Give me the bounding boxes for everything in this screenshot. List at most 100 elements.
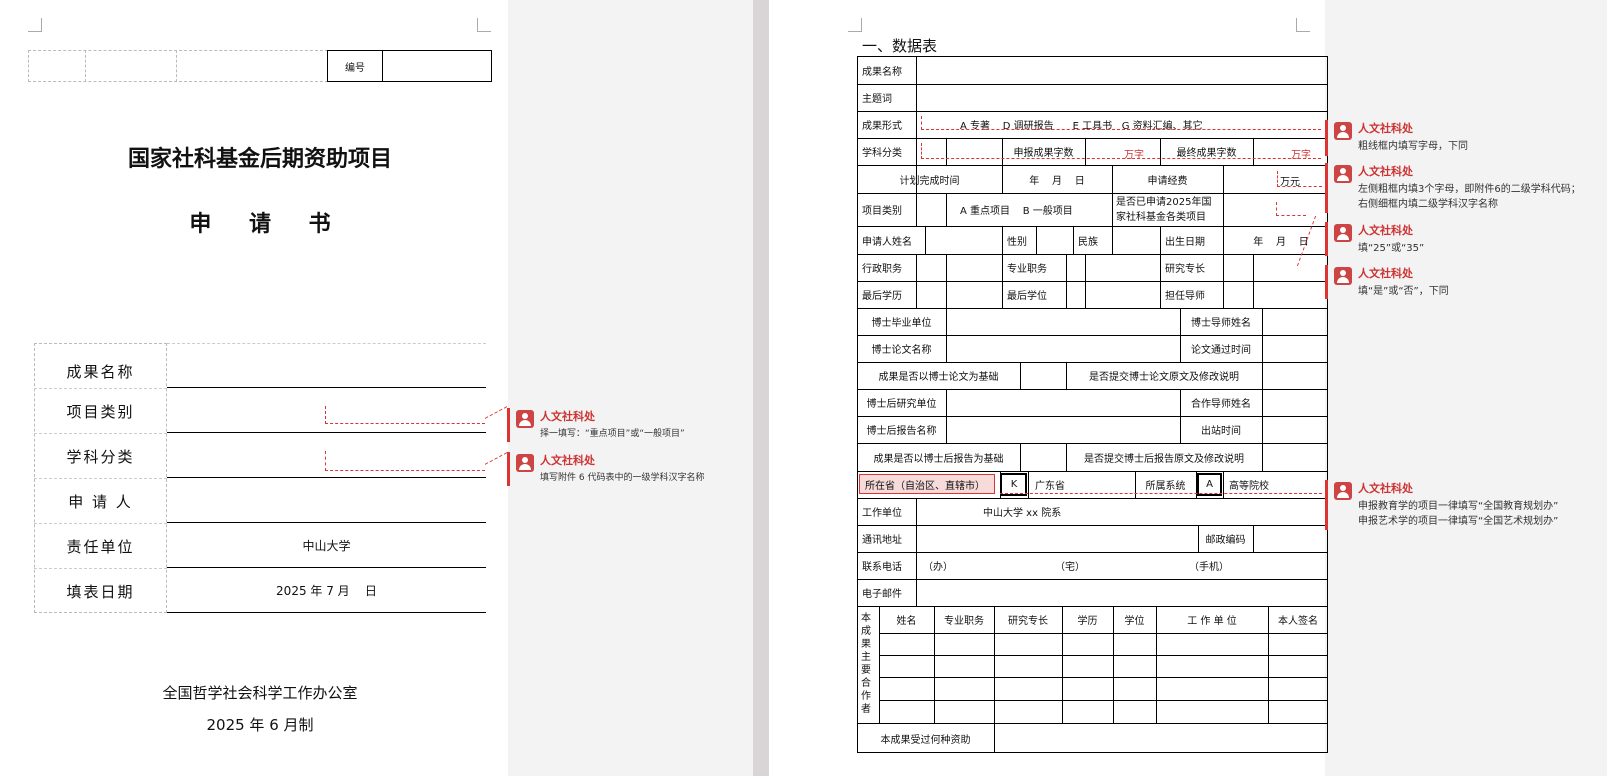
number-field[interactable] [382,50,492,82]
comment-bar [507,408,510,442]
member-header: 专业职务 [944,616,984,627]
col-line [946,308,947,362]
comment-balloon[interactable]: 人文社科处 申报教育学的项目一律填写“全国教育规划办” 申报艺术学的项目一律填写… [1325,480,1605,530]
comment-text: 粗线框内填写字母，下同 [1358,141,1468,152]
label-fund: 申请经费 [1147,175,1188,187]
project-type-options[interactable]: A 重点项目 B 一般项目 [955,193,1112,226]
phone-home[interactable]: （宅） [1050,552,1170,579]
user-avatar-icon [516,410,534,428]
label-birth: 出生日期 [1165,236,1205,248]
corner-mark [28,18,42,32]
user-avatar-icon [1334,224,1352,242]
col-line [1223,165,1224,226]
comment-anchor [325,406,485,424]
corner-mark [848,18,862,32]
label-education: 最后学历 [862,291,902,302]
member-header: 研究专长 [1008,616,1048,627]
comment-text: 填“是”或“否”，下同 [1358,286,1449,297]
col-line [946,254,947,308]
row-value[interactable] [167,343,486,388]
row-line [879,677,1328,678]
comment-anchor [921,116,1321,130]
comment-text: 左侧粗框内填3个字母，即附件6的二级学科代码； [1358,184,1581,195]
footer-date: 2025 年 6 月制 [206,715,314,734]
label-keyword: 主题词 [862,94,892,105]
label-postdoc-unit: 博士后研究单位 [866,399,937,410]
comment-bar [1325,120,1328,156]
col-line [1262,362,1263,389]
label-prof-post: 专业职务 [1007,264,1047,275]
col-line [1020,443,1021,471]
comment-balloon[interactable]: 人文社科处 粗线框内填写字母，下同 [1325,120,1605,156]
number-box-dashed [28,50,328,82]
comment-bar [1325,222,1328,256]
label-submit-phd: 是否提交博士论文原文及修改说明 [1089,372,1239,383]
comment-text: 右侧细框内填二级学科汉字名称 [1358,199,1498,210]
comment-balloon[interactable]: 人文社科处 填“25”或“35” [1325,222,1605,256]
row-value[interactable] [167,478,486,523]
label-degree: 最后学位 [1007,291,1047,302]
comment-anchor [1276,202,1306,216]
col-line [1262,308,1263,362]
comment-author: 人文社科处 [540,454,595,467]
col-line [916,498,917,606]
col-line [946,389,947,443]
label-form: 成果形式 [862,121,902,132]
row-line [857,525,1328,526]
work-unit-value[interactable]: 中山大学 xx 院系 [978,498,1278,525]
comment-anchor [921,143,1321,159]
plan-date[interactable]: 年 月 日 [1002,165,1112,193]
label-ethnic: 民族 [1078,236,1098,248]
comment-balloon[interactable]: 人文社科处 左侧粗框内填3个字母，即附件6的二级学科代码； 右侧细框内填二级学科… [1325,163,1605,213]
label-coop-tutor: 合作导师姓名 [1191,399,1251,410]
label-address: 通讯地址 [862,535,902,546]
col-line [1020,362,1021,389]
footer-org: 全国哲学社会科学工作办公室 [162,683,358,702]
comment-text: 申报教育学的项目一律填写“全国教育规划办” [1358,501,1559,512]
user-avatar-icon [1334,122,1352,140]
label-based-postdoc: 成果是否以博士后报告为基础 [873,453,1004,465]
user-avatar-icon [1334,165,1352,183]
row-label: 项目类别 [34,388,167,433]
col-line [925,226,926,254]
col-line [1066,254,1067,308]
comment-anchor [325,451,485,471]
comment-balloon[interactable]: 人文社科处 填写附件 6 代码表中的一级学科汉字名称 [507,452,747,486]
col-line [1262,443,1263,471]
cover-row: 填表日期 2025 年 7 月 日 [34,568,486,613]
col-line [1223,226,1224,254]
comment-anchor [1277,171,1322,187]
cover-margin-area [508,0,753,776]
col-line [1085,254,1086,308]
member-header: 工 作 单 位 [1187,616,1237,627]
member-header: 姓名 [896,616,917,627]
label-phd-thesis: 博士论文名称 [871,345,932,356]
col-line [1253,525,1254,552]
col-line [1262,389,1263,443]
input-achievement-name[interactable] [917,57,1327,83]
row-value[interactable]: 2025 年 7 月 日 [167,568,486,613]
phone-mobile[interactable]: （手机） [1184,552,1304,579]
comment-balloon[interactable]: 人文社科处 填“是”或“否”，下同 [1325,265,1605,299]
label-applicant-name: 申请人姓名 [862,236,912,248]
comment-text: 择一填写：“重点项目”或“一般项目” [540,429,685,439]
cover-row: 申 请 人 [34,478,486,523]
comment-anchor [1000,490,1322,494]
row-value[interactable]: 中山大学 [167,523,486,568]
comment-bar [507,452,510,486]
member-header: 学位 [1124,616,1145,627]
user-avatar-icon [1334,267,1352,285]
label-province: 所在省（自治区、直辖市） [859,474,995,494]
user-avatar-icon [516,454,534,472]
phone-office[interactable]: （办） [918,552,1038,579]
label-phd-unit: 博士毕业单位 [871,318,932,329]
cover-row: 责任单位 中山大学 [34,523,486,568]
row-line [857,281,1328,282]
label-zip: 邮政编码 [1205,535,1246,546]
comment-balloon[interactable]: 人文社科处 择一填写：“重点项目”或“一般项目” [507,408,747,442]
comment-bar [1325,163,1328,213]
input-keyword[interactable] [917,85,1327,110]
comment-text: 填“25”或“35” [1358,243,1425,254]
col-line [1112,226,1113,254]
page-gap [753,0,769,776]
